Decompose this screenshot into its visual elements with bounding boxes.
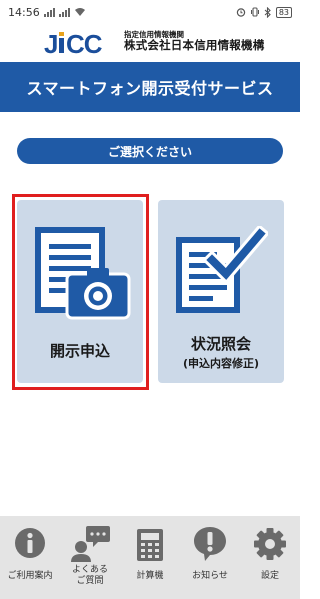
select-prompt-text: ご選択ください bbox=[107, 144, 192, 159]
nav-notices[interactable]: お知らせ bbox=[180, 516, 240, 599]
bluetooth-icon bbox=[264, 6, 271, 18]
status-time: 14:56 bbox=[8, 5, 40, 19]
selection-highlight bbox=[12, 194, 149, 390]
app-header: J CC 指定信用情報機関 株式会社日本信用情報機構 bbox=[0, 24, 300, 62]
status-card-sublabel: (申込内容修正) bbox=[182, 357, 260, 370]
svg-text:J: J bbox=[44, 30, 57, 58]
page-title: スマートフォン開示受付サービス bbox=[26, 79, 274, 98]
battery-icon: 83 bbox=[275, 6, 292, 18]
faq-chat-icon bbox=[71, 526, 110, 562]
svg-text:CC: CC bbox=[66, 30, 103, 58]
jicc-logo-mark: J CC bbox=[44, 30, 104, 58]
nav-notices-label: お知らせ bbox=[192, 571, 228, 581]
jicc-logo: J CC bbox=[44, 30, 120, 58]
nav-settings-label: 設定 bbox=[260, 571, 279, 581]
gear-icon bbox=[254, 528, 286, 560]
signal-icon bbox=[43, 7, 55, 17]
status-bar: 14:56 83 bbox=[0, 0, 300, 24]
nav-faq[interactable]: よくある ご質問 bbox=[60, 516, 120, 599]
org-title: 株式会社日本信用情報機構 bbox=[124, 37, 265, 52]
status-inquiry-card-button[interactable]: 状況照会 (申込内容修正) bbox=[158, 200, 284, 383]
nav-calculator-label: 計算機 bbox=[136, 571, 164, 581]
nav-faq-label-line1: よくある bbox=[71, 565, 108, 575]
select-prompt-banner: ご選択ください bbox=[17, 138, 283, 164]
nav-faq-label-line2: ご質問 bbox=[76, 576, 104, 586]
status-card-label: 状況照会 bbox=[190, 335, 251, 353]
nav-usage-guide[interactable]: ご利用案内 bbox=[0, 516, 60, 599]
nav-usage-guide-label: ご利用案内 bbox=[7, 571, 53, 581]
info-icon bbox=[15, 528, 45, 558]
wifi-icon bbox=[74, 8, 85, 16]
calculator-icon bbox=[137, 529, 163, 561]
document-check-icon bbox=[176, 226, 268, 313]
title-bar: スマートフォン開示受付サービス bbox=[0, 62, 300, 112]
vibrate-icon bbox=[250, 7, 259, 17]
bottom-navigation: ご利用案内 よくある ご質問 計算機 お知らせ 設定 bbox=[0, 516, 300, 599]
nav-calculator[interactable]: 計算機 bbox=[120, 516, 180, 599]
nav-settings[interactable]: 設定 bbox=[240, 516, 300, 599]
notice-icon bbox=[194, 527, 226, 561]
signal-icon-2 bbox=[58, 7, 70, 17]
alarm-icon bbox=[236, 8, 246, 17]
organization-name: 指定信用情報機関 株式会社日本信用情報機構 bbox=[124, 31, 264, 51]
